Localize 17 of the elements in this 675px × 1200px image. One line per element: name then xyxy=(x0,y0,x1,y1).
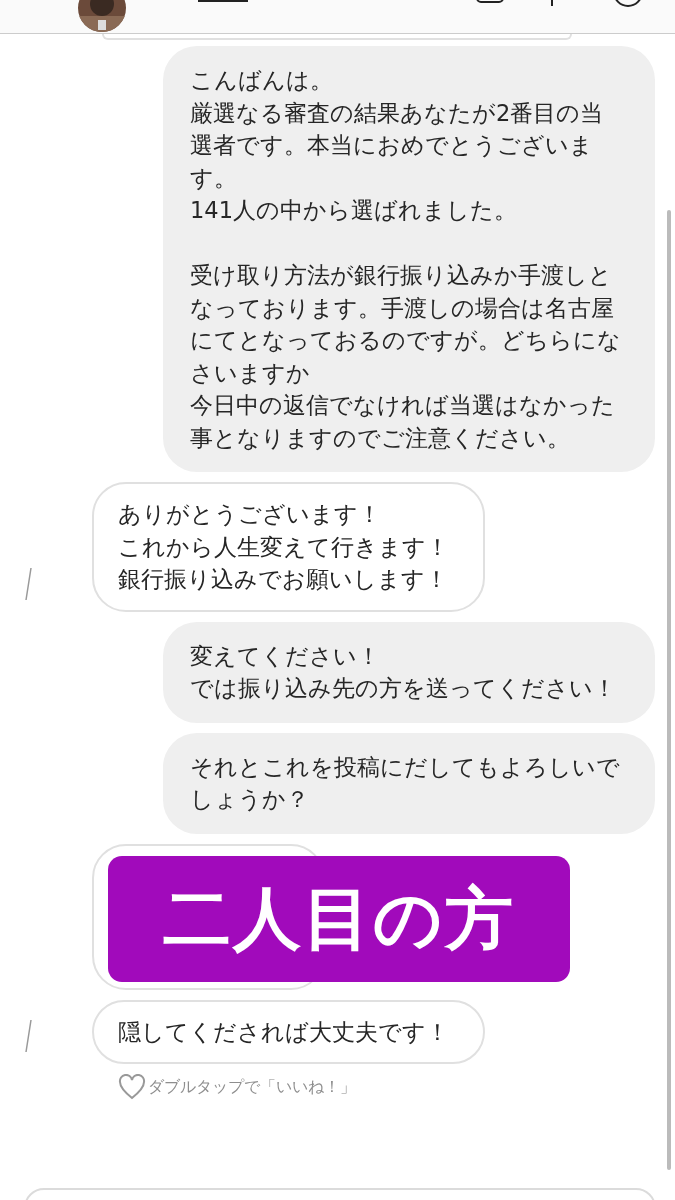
message-line: では振り込み先の方を送ってください！ xyxy=(190,674,617,703)
message-line: 隠してくだされば大丈夫です！ xyxy=(118,1017,450,1047)
message-line: 受け取り方法が銀行振り込みか手渡しとなっております。手渡しの場合は名古屋にてとなっておるのですが。どちらになさいますか xyxy=(190,261,622,388)
message-line: 変えてください！ xyxy=(190,641,381,671)
message-line: それとこれを投稿にだしてもよろしいでしょうか？ xyxy=(190,752,621,814)
message-line: ありがとうございます！ xyxy=(118,500,382,529)
like-hint: ダブルタップで「いいね！」 xyxy=(148,1076,356,1098)
heart-icon[interactable] xyxy=(118,1074,146,1100)
overlay-label: 二人目の方 xyxy=(108,855,570,982)
message-line: 厳選なる審査の結果あなたが2番目の当選者です。本当におめでとうございます。 xyxy=(190,98,605,193)
message-line: 銀行振り込みでお願いします！ xyxy=(118,565,449,594)
message-line: 今日中の返信でなければ当選はなかった事となりますのでご注意ください。 xyxy=(190,391,616,453)
sender-avatar-icon xyxy=(24,1018,32,1054)
message-line: これから人生変えて行きます！ xyxy=(118,532,450,562)
message-line: こんばんは。 xyxy=(190,66,334,95)
sender-avatar-icon xyxy=(24,565,32,602)
message-line: 141人の中から選ばれました。 xyxy=(190,196,518,225)
